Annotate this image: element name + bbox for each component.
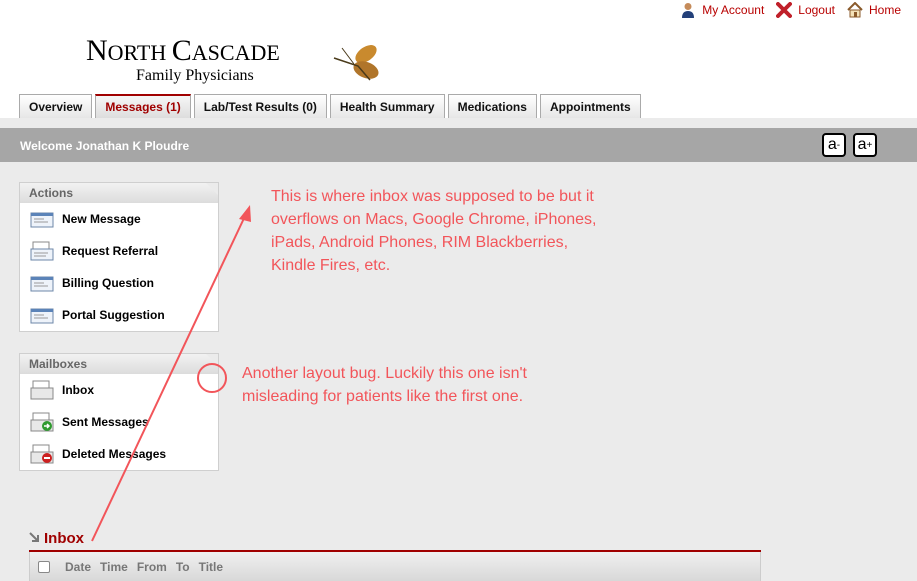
request-referral-link[interactable]: Request Referral <box>20 235 218 267</box>
col-title[interactable]: Title <box>199 560 223 574</box>
deleted-messages-link[interactable]: Deleted Messages <box>20 438 218 470</box>
tab-medications[interactable]: Medications <box>447 94 537 118</box>
inbox-icon <box>30 380 54 400</box>
logout-x-icon <box>776 2 793 18</box>
new-message-link[interactable]: New Message <box>20 203 218 235</box>
request-referral-label: Request Referral <box>62 244 159 258</box>
tab-messages[interactable]: Messages (1) <box>95 94 191 118</box>
mailboxes-panel: Mailboxes Inbox Sent Messages Deleted Me… <box>19 353 219 471</box>
actions-header: Actions <box>20 183 218 203</box>
logout-label: Logout <box>798 3 835 17</box>
welcome-bar: Welcome Jonathan K Ploudre a- a + <box>0 128 917 162</box>
my-account-link[interactable]: My Account <box>680 2 764 18</box>
increase-font-button[interactable]: a + <box>853 133 877 157</box>
mailboxes-header: Mailboxes <box>20 354 218 374</box>
decrease-font-button[interactable]: a- <box>822 133 846 157</box>
my-account-label: My Account <box>702 3 765 17</box>
main-tabs: Overview Messages (1) Lab/Test Results (… <box>19 94 641 118</box>
inbox-link[interactable]: Inbox <box>20 374 218 406</box>
col-date[interactable]: Date <box>65 560 91 574</box>
new-message-label: New Message <box>62 212 141 226</box>
sent-icon <box>30 412 54 432</box>
logo-title: NORTH CASCADE <box>86 34 280 67</box>
top-links: My Account Logout Home <box>680 2 901 18</box>
welcome-text: Welcome Jonathan K Ploudre <box>20 139 190 153</box>
home-icon <box>847 2 863 18</box>
logo-subtitle: Family Physicians <box>136 67 254 84</box>
inbox-table-header: Date Time From To Title <box>29 552 761 581</box>
envelope-icon <box>30 273 54 293</box>
col-from[interactable]: From <box>137 560 167 574</box>
tab-overview[interactable]: Overview <box>19 94 93 118</box>
portal-suggestion-label: Portal Suggestion <box>62 308 165 322</box>
leaf-logo-icon <box>330 38 382 87</box>
logout-link[interactable]: Logout <box>776 2 835 18</box>
user-icon <box>680 2 696 18</box>
annotation-note-layout-bug: Another layout bug. Luckily this one isn… <box>242 365 527 405</box>
billing-question-label: Billing Question <box>62 276 154 290</box>
practice-logo[interactable]: NORTH CASCADE Family Physicians <box>86 36 280 84</box>
inbox-label: Inbox <box>62 383 94 397</box>
tab-lab-test-results[interactable]: Lab/Test Results (0) <box>193 94 327 118</box>
deleted-messages-label: Deleted Messages <box>62 447 167 461</box>
annotation-note-overflow: This is where inbox was supposed to be b… <box>271 188 597 274</box>
home-link[interactable]: Home <box>847 2 901 18</box>
deleted-icon <box>30 444 54 464</box>
document-icon <box>30 241 54 261</box>
arrow-down-right-icon <box>28 531 40 546</box>
actions-panel: Actions New Message Request Referral Bil… <box>19 182 219 332</box>
sent-messages-link[interactable]: Sent Messages <box>20 406 218 438</box>
portal-suggestion-link[interactable]: Portal Suggestion <box>20 299 218 331</box>
inbox-title: Inbox <box>44 530 84 547</box>
inbox-heading: Inbox <box>28 530 84 547</box>
col-time[interactable]: Time <box>100 560 128 574</box>
tab-appointments[interactable]: Appointments <box>539 94 641 118</box>
home-label: Home <box>868 3 901 17</box>
billing-question-link[interactable]: Billing Question <box>20 267 218 299</box>
envelope-icon <box>30 209 54 229</box>
col-to[interactable]: To <box>176 560 190 574</box>
sent-messages-label: Sent Messages <box>62 415 149 429</box>
envelope-icon <box>30 305 54 325</box>
select-all-checkbox[interactable] <box>38 560 50 573</box>
tab-health-summary[interactable]: Health Summary <box>329 94 445 118</box>
